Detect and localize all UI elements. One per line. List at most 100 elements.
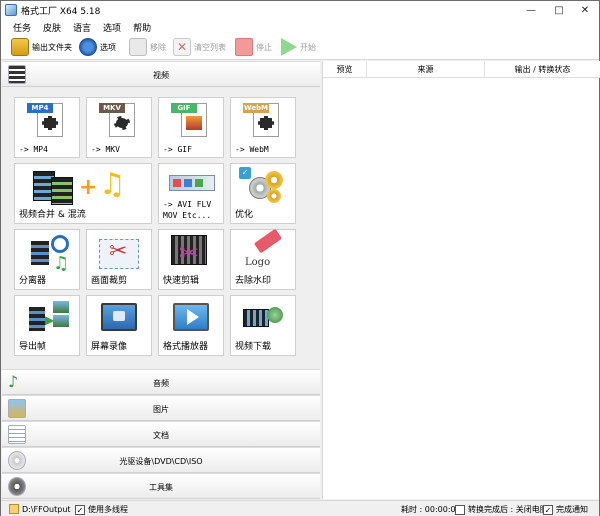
column-output-status[interactable]: 输出 / 转换状态 <box>485 61 600 78</box>
tile-optimize-label: 优化 <box>235 210 254 220</box>
video-download-icon <box>239 299 287 339</box>
start-button[interactable]: 开始 <box>281 37 316 57</box>
after-convert-label: 转换完成后 : 关闭电脑 <box>468 505 548 514</box>
tile-quick-clip-label: 快速剪辑 <box>163 276 200 286</box>
title-bar: 格式工厂 X64 5.18 — □ ✕ <box>1 1 599 19</box>
column-source[interactable]: 来源 <box>367 61 485 78</box>
tile-avi-flv-mov[interactable]: -> AVI FLV MOV Etc... <box>158 163 224 224</box>
category-rom-device[interactable]: 光驱设备\DVD\CD\ISO <box>2 447 320 473</box>
app-window: 格式工厂 X64 5.18 — □ ✕ 任务 皮肤 语言 选项 帮助 输出文件夹… <box>0 0 600 516</box>
elapsed-time: 耗时 : 00:00:00 <box>401 504 461 515</box>
quick-clip-icon: ✂ <box>167 233 215 273</box>
clear-list-label: 清空列表 <box>194 42 226 52</box>
tile-avi-flv-mov-label: -> AVI FLV MOV Etc... <box>163 200 212 220</box>
tile-export-frames[interactable]: ▶ 导出帧 <box>14 295 80 356</box>
tile-optimize[interactable]: ✓ 优化 <box>230 163 296 224</box>
notify-checkbox[interactable]: ✓ 完成通知 <box>543 504 588 515</box>
screen-record-icon <box>95 299 143 339</box>
stop-icon <box>235 38 253 56</box>
remove-button[interactable]: 移除 <box>129 37 166 57</box>
tile-mkv[interactable]: MKV -> MKV <box>86 97 152 158</box>
crop-icon: ✂ <box>95 233 143 273</box>
multithread-label: 使用多线程 <box>88 505 128 514</box>
category-video[interactable]: 视频 <box>2 61 320 87</box>
tile-mp4-label: -> MP4 <box>19 145 48 154</box>
options-button[interactable]: 选项 <box>79 37 116 57</box>
optimize-icon: ✓ <box>239 167 287 207</box>
category-rom-label: 光驱设备\DVD\CD\ISO <box>119 457 203 466</box>
output-path[interactable]: D:\FFOutput <box>9 504 71 514</box>
tile-export-frames-label: 导出帧 <box>19 342 47 352</box>
stop-label: 停止 <box>256 42 272 52</box>
tile-format-player-label: 格式播放器 <box>163 342 209 352</box>
stop-button[interactable]: 停止 <box>235 37 272 57</box>
webm-file-icon: WebM <box>239 101 287 141</box>
tile-remove-watermark-label: 去除水印 <box>235 276 272 286</box>
splitter-icon: ♫ <box>23 233 71 274</box>
task-list-panel: 预览 来源 输出 / 转换状态 <box>322 61 600 499</box>
play-icon <box>281 38 297 56</box>
mkv-file-icon: MKV <box>95 101 143 141</box>
tile-mp4[interactable]: MP4 -> MP4 <box>14 97 80 158</box>
multithread-checkbox[interactable]: ✓ 使用多线程 <box>75 504 128 515</box>
clear-icon <box>173 38 191 56</box>
category-tools-label: 工具集 <box>149 483 173 492</box>
output-folder-button[interactable]: 输出文件夹 <box>11 37 72 57</box>
folder-small-icon <box>9 504 19 514</box>
menu-task[interactable]: 任务 <box>7 19 37 34</box>
menu-bar: 任务 皮肤 语言 选项 帮助 <box>1 19 599 34</box>
start-label: 开始 <box>300 42 316 52</box>
tile-video-download[interactable]: 视频下载 <box>230 295 296 356</box>
tile-remove-watermark[interactable]: Logo 去除水印 <box>230 228 296 290</box>
minimize-button[interactable]: — <box>517 1 545 19</box>
tile-video-download-label: 视频下载 <box>235 342 272 352</box>
tile-gif-label: -> GIF <box>163 145 192 154</box>
menu-options[interactable]: 选项 <box>97 19 127 34</box>
tile-splitter[interactable]: ♫ 分离器 <box>14 229 80 290</box>
app-icon <box>5 4 17 16</box>
tile-gif[interactable]: GIF -> GIF <box>158 97 224 158</box>
clear-list-button[interactable]: 清空列表 <box>173 37 226 57</box>
tile-mkv-label: -> MKV <box>91 145 120 154</box>
after-convert-check[interactable] <box>455 504 465 515</box>
close-button[interactable]: ✕ <box>571 1 599 19</box>
options-icon <box>79 38 97 56</box>
remove-icon <box>129 38 147 56</box>
output-path-label: D:\FFOutput <box>22 504 71 514</box>
category-audio-label: 音频 <box>153 379 169 388</box>
menu-help[interactable]: 帮助 <box>127 19 157 34</box>
tile-screen-record-label: 屏幕录像 <box>91 342 128 352</box>
category-image[interactable]: 图片 <box>2 395 320 421</box>
status-bar: D:\FFOutput ✓ 使用多线程 耗时 : 00:00:00 转换完成后 … <box>1 500 599 516</box>
export-frames-icon: ▶ <box>23 299 71 339</box>
format-player-icon <box>167 299 215 339</box>
multithread-check[interactable]: ✓ <box>75 504 85 515</box>
menu-language[interactable]: 语言 <box>67 19 97 34</box>
toolbar: 输出文件夹 选项 移除 清空列表 停止 开始 <box>1 34 599 60</box>
function-panel: 视频 MP4 -> MP4 MKV -> MKV GIF -> GIF WebM… <box>2 61 320 499</box>
gif-file-icon: GIF <box>167 101 215 141</box>
category-audio[interactable]: ♪ 音频 <box>2 369 320 395</box>
tile-splitter-label: 分离器 <box>19 276 47 286</box>
tile-screen-record[interactable]: 屏幕录像 <box>86 295 152 356</box>
tile-quick-clip[interactable]: ✂ 快速剪辑 <box>158 229 224 290</box>
remove-label: 移除 <box>150 42 166 52</box>
after-convert-checkbox[interactable]: 转换完成后 : 关闭电脑 <box>455 504 548 515</box>
category-image-label: 图片 <box>153 405 169 414</box>
menu-skin[interactable]: 皮肤 <box>37 19 67 34</box>
category-document[interactable]: 文档 <box>2 421 320 447</box>
category-tools[interactable]: 工具集 <box>2 473 320 499</box>
task-list-header: 预览 来源 输出 / 转换状态 <box>323 61 600 78</box>
tile-video-merge-label: 视频合并 & 混流 <box>19 210 86 220</box>
tile-crop[interactable]: ✂ 画面裁剪 <box>86 229 152 290</box>
tile-webm[interactable]: WebM -> WebM <box>230 97 296 158</box>
maximize-button[interactable]: □ <box>545 1 573 19</box>
elapsed-label: 耗时 : 00:00:00 <box>401 505 461 514</box>
column-preview[interactable]: 预览 <box>323 61 367 78</box>
tile-format-player[interactable]: 格式播放器 <box>158 295 224 356</box>
category-video-label: 视频 <box>153 71 169 80</box>
video-tools-grid: MP4 -> MP4 MKV -> MKV GIF -> GIF WebM ->… <box>2 87 320 369</box>
tile-video-merge[interactable]: + ♫ 视频合并 & 混流 <box>14 163 152 224</box>
notify-check[interactable]: ✓ <box>543 504 553 515</box>
output-folder-label: 输出文件夹 <box>32 42 72 52</box>
